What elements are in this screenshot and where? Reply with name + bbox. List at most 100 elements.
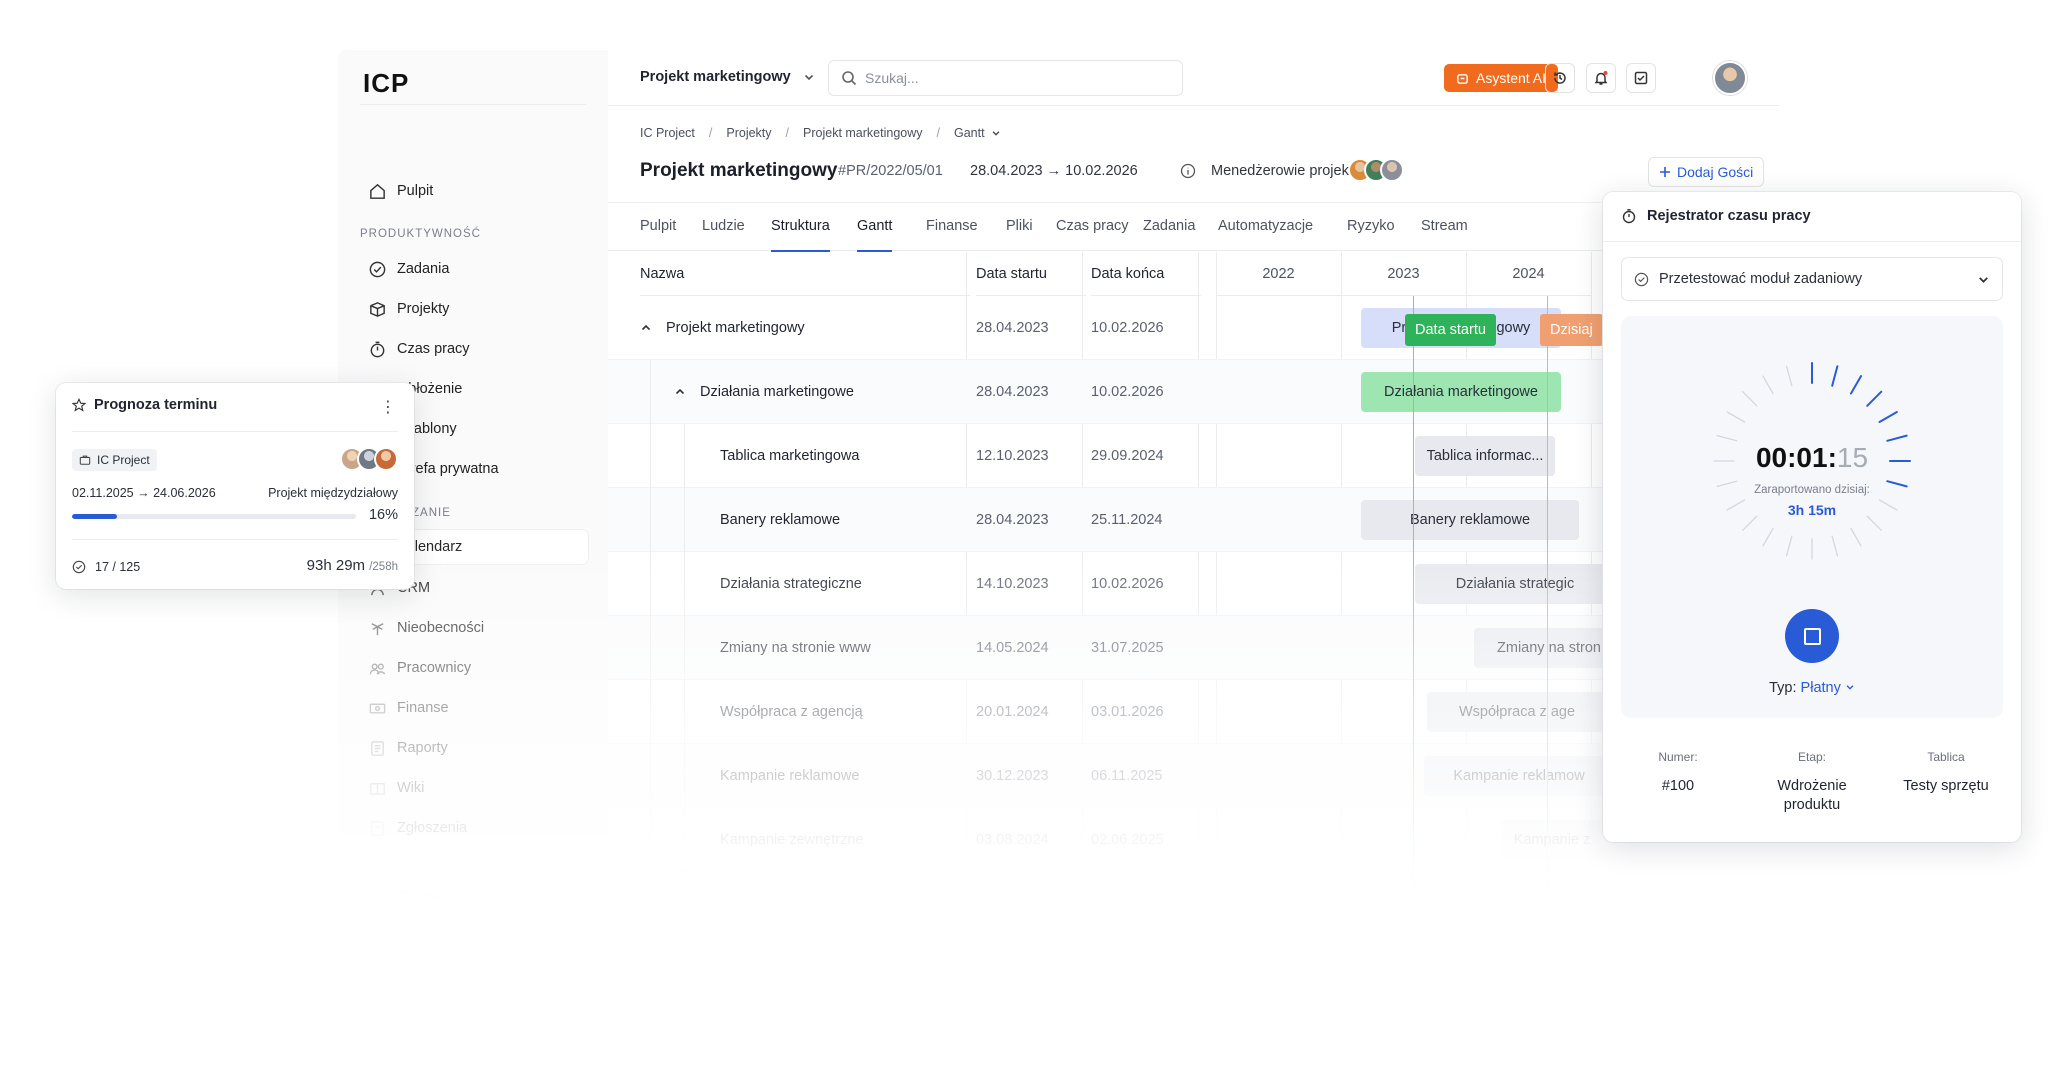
today-line [1547,296,1548,900]
chevron-up-icon[interactable] [674,386,686,398]
gantt-bar[interactable]: Zmiany na stron [1474,628,1624,668]
today-marker[interactable]: Dzisiaj [1540,314,1603,346]
team-avatars[interactable] [340,447,398,471]
sidebar-item-label: Nieobecności [397,620,485,636]
sidebar-item-pracownicy[interactable]: Pracownicy [362,651,588,685]
info-icon[interactable] [1180,163,1196,179]
tracker-title-label: Rejestrator czasu pracy [1647,208,1811,224]
dial-tick [1878,411,1898,423]
reported-label: Zaraportowano dzisiaj: [1754,484,1870,496]
stopwatch-icon [370,341,385,357]
column-header-start[interactable]: Data startu [976,252,1086,296]
row-end-date: 06.11.2025 [1091,768,1163,784]
chevron-up-icon[interactable] [640,322,652,334]
divider [1603,241,2021,242]
row-end-date: 29.09.2024 [1091,448,1164,464]
breadcrumb-item[interactable]: Gantt [954,126,1001,140]
sidebar-item-zadania[interactable]: Zadania [362,252,588,286]
type-selector[interactable]: Typ: Płatny [1621,680,2003,696]
column-header-name[interactable]: Nazwa [640,252,970,296]
row-end-date: 10.02.2026 [1091,576,1164,592]
tab-automatyzacje[interactable]: Automatyzacje [1218,218,1313,234]
notifications-button[interactable] [1586,63,1616,93]
info-value: Wdrożenie produktu [1777,778,1847,813]
breadcrumb-item[interactable]: Projekt marketingowy [803,126,923,140]
project-selector[interactable]: Projekt marketingowy [640,69,815,85]
start-date-line [1413,296,1414,900]
info-value: #100 [1661,778,1695,794]
tab-czas-pracy[interactable]: Czas pracy [1056,218,1129,234]
search-icon [842,71,857,86]
checkbox-icon [1634,71,1648,85]
tab-gantt[interactable]: Gantt [857,218,893,252]
gantt-bar[interactable]: Tablica informac... [1415,436,1555,476]
row-end-date: 10.02.2026 [1091,320,1164,336]
stop-button[interactable] [1785,609,1839,663]
sidebar-item-zakres[interactable]: Zakres [362,880,588,900]
tree-line [684,808,685,872]
gantt-bar[interactable]: Działania strategic [1415,564,1615,604]
time-spent: 93h 29m /258h [307,557,398,574]
row-end-date: 02.06.2025 [1091,832,1164,848]
dial-tick [1762,375,1774,395]
tab-struktura[interactable]: Struktura [771,218,830,252]
chevron-down-icon [1846,685,1854,690]
row-end-date: 10.02.2026 [1091,384,1164,400]
sidebar-item-pulpit[interactable]: Pulpit [362,174,588,208]
project-type: Projekt międzydziałowy [268,486,398,500]
tab-ryzyko[interactable]: Ryzyko [1347,218,1395,234]
breadcrumb-current: Gantt [954,126,985,140]
star-icon[interactable] [72,398,86,412]
start-date-marker[interactable]: Data startu [1405,314,1496,346]
managers-avatars[interactable] [1348,158,1404,182]
ai-assistant-button[interactable]: Asystent AI [1444,64,1559,92]
sidebar-item-wiki[interactable]: Wiki [362,771,588,805]
gantt-bar[interactable]: Współpraca z age [1427,692,1607,732]
reported-value: 3h 15m [1787,502,1837,518]
sidebar-item-label: Zgłoszenia [397,820,468,836]
project-selector-label: Projekt marketingowy [640,69,791,85]
tab-zadania[interactable]: Zadania [1143,218,1195,234]
search-input[interactable]: Szukaj... [828,60,1183,96]
column-header-end[interactable]: Data końca [1091,252,1201,296]
row-start-date: 03.08.2024 [976,832,1049,848]
history-button[interactable] [1545,63,1575,93]
gantt-bar[interactable]: Działania marketingowe [1361,372,1561,412]
tree-line [684,424,685,488]
history-icon [1554,72,1566,84]
timer-display: 00:01:15 [1621,442,2003,474]
tab-pulpit[interactable]: Pulpit [640,218,676,234]
sidebar-item-czas-pracy[interactable]: Czas pracy [362,332,588,366]
divider [72,539,398,540]
breadcrumb-item[interactable]: Projekty [726,126,771,140]
sidebar-item-finanse[interactable]: Finanse [362,691,588,725]
gantt-bar[interactable]: Kampanie reklamow [1424,756,1614,796]
sidebar-item-projekty[interactable]: Projekty [362,292,588,326]
more-options-icon[interactable]: ⋮ [380,397,396,417]
scope-icon [371,890,384,900]
forecast-title-label: Prognoza terminu [94,397,218,413]
breadcrumb-item[interactable]: IC Project [640,126,695,140]
add-guests-button[interactable]: Dodaj Gości [1648,157,1765,187]
time-spent-value: 93h 29m [306,557,366,574]
tab-stream[interactable]: Stream [1421,218,1468,234]
info-value: Testy sprzętu [1903,778,1989,794]
user-avatar[interactable] [1713,61,1747,95]
sidebar-item-zgloszenia[interactable]: Zgłoszenia [362,811,588,845]
forecast-dates: 02.11.2025 → 24.06.2026 [72,486,216,500]
dial-tick [1785,365,1793,387]
stopwatch-icon [1622,209,1636,224]
tree-line [650,616,651,680]
sidebar-item-nieobecnosci[interactable]: Nieobecności [362,611,588,645]
sidebar-section-title: PRODUKTYWNOŚĆ [360,228,481,240]
row-start-date: 12.10.2023 [976,448,1049,464]
task-select[interactable]: Przetestować moduł zadaniowy [1621,257,2003,301]
row-name: Tablica marketingowa [720,448,860,464]
tasks-button[interactable] [1626,63,1656,93]
tab-finanse[interactable]: Finanse [926,218,978,234]
gantt-bar[interactable]: Kampanie z [1502,820,1602,860]
sidebar-item-raporty[interactable]: Raporty [362,731,588,765]
tab-pliki[interactable]: Pliki [1006,218,1033,234]
tab-ludzie[interactable]: Ludzie [702,218,745,234]
book-icon [370,782,385,795]
